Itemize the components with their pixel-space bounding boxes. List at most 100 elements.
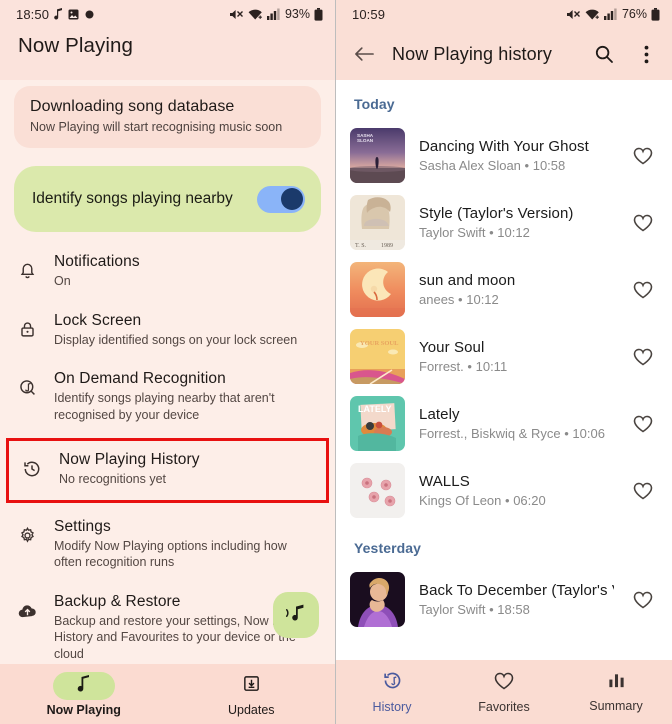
wifi-icon [248,8,263,21]
list-item[interactable]: T. S. 1989 Style (Taylor's Version) Tayl… [336,189,672,256]
list-item[interactable]: Back To December (Taylor's V.. Taylor Sw… [336,566,672,633]
item-desc: Modify Now Playing options including how… [54,538,287,570]
sidebar-item-settings[interactable]: Settings Modify Now Playing options incl… [0,507,335,582]
song-title: Your Soul [419,339,485,356]
svg-text:SLOAN: SLOAN [357,138,374,143]
tab-label: Now Playing [46,702,121,717]
updates-tab-pill [220,672,282,700]
list-item[interactable]: SASHA SLOAN Dancing With Your Ghost Sash… [336,122,672,189]
now-playing-tab-pill [52,671,115,700]
heart-icon [493,671,515,696]
tab-summary[interactable]: Summary [560,671,672,713]
page-title: Now Playing [18,34,134,57]
battery-percent: 76% [621,7,647,21]
list-item[interactable]: LATELY Lately Forrest., Biskwiq & Ryce •… [336,390,672,457]
mute-icon [229,8,244,21]
wifi-icon [585,8,600,21]
left-header-region: 18:50 93% Now Playing [0,0,335,80]
favorite-button[interactable] [628,481,658,501]
banner-subtitle: Now Playing will start recognising music… [30,120,283,134]
search-icon[interactable] [590,44,618,64]
dancing-with-your-ghost-art: SASHA SLOAN [350,128,405,183]
bottom-nav-left: Now Playing Updates [0,664,335,724]
tab-updates[interactable]: Updates [168,672,336,717]
identify-songs-card[interactable]: Identify songs playing nearby [14,166,321,232]
favorite-button[interactable] [628,146,658,166]
status-time: 10:59 [352,6,386,22]
cloud-upload-icon [14,593,40,622]
section-header-yesterday: Yesterday [354,540,422,556]
favorite-button[interactable] [628,590,658,610]
page-title: Now Playing history [392,43,552,64]
status-bar-right: 10:59 76% [336,0,672,28]
item-title: Lock Screen [54,311,142,329]
now-playing-music-icon [283,602,309,629]
list-item[interactable]: YOUR SOUL Your Soul Forrest. • 10:11 [336,323,672,390]
signal-icon [603,8,617,20]
tab-favorites[interactable]: Favorites [448,671,560,714]
sidebar-item-lock-screen[interactable]: Lock Screen Display identified songs on … [0,301,335,360]
downloading-banner: Downloading song database Now Playing wi… [14,86,321,148]
sidebar-item-on-demand-recognition[interactable]: On Demand Recognition Identify songs pla… [0,359,335,434]
tab-now-playing[interactable]: Now Playing [0,671,168,717]
dual-screenshot: 18:50 93% Now Playing Downloading song d… [0,0,672,724]
favorite-button[interactable] [628,414,658,434]
favorite-button[interactable] [628,347,658,367]
item-title: Settings [54,517,111,535]
bar-chart-icon [607,671,626,695]
more-vertical-icon[interactable] [632,45,660,64]
lately-art: LATELY [350,396,405,451]
lock-icon [14,312,40,339]
history-icon [382,670,403,696]
speak-now-art [350,572,405,627]
item-desc: On [54,274,71,288]
song-subtitle: Forrest., Biskwiq & Ryce • 10:06 [419,426,605,441]
battery-icon [651,7,660,21]
app-bar: Now Playing history [336,28,672,80]
left-phone-screen: 18:50 93% Now Playing Downloading song d… [0,0,336,724]
song-title: sun and moon [419,272,516,289]
1989-art: T. S. 1989 [350,195,405,250]
music-note-icon [54,8,63,20]
song-subtitle: anees • 10:12 [419,292,499,307]
history-scroll-area[interactable]: Today SASHA SLOAN Dancing With Your Ghos… [336,80,672,692]
status-time: 18:50 [16,6,50,22]
now-playing-fab[interactable] [273,592,319,638]
bell-icon [14,253,40,280]
song-subtitle: Taylor Swift • 10:12 [419,225,530,240]
item-desc: No recognitions yet [59,472,167,486]
song-title: Dancing With Your Ghost [419,138,589,155]
song-title: Lately [419,406,460,423]
music-search-icon [14,370,40,397]
sidebar-item-now-playing-history[interactable]: Now Playing History No recognitions yet [6,438,329,503]
favorite-button[interactable] [628,280,658,300]
svg-text:1989: 1989 [381,243,393,249]
your-soul-art: YOUR SOUL [350,329,405,384]
tab-label: Summary [589,699,643,713]
bottom-nav-right: History Favorites Summary [336,660,672,724]
sidebar-item-notifications[interactable]: Notifications On [0,242,335,301]
banner-title: Downloading song database [30,98,235,115]
tab-label: History [372,700,412,714]
mute-icon [566,8,581,21]
svg-text:LATELY: LATELY [358,404,392,414]
tab-history[interactable]: History [336,670,448,714]
list-item[interactable]: sun and moon anees • 10:12 [336,256,672,323]
music-note-icon [77,674,90,697]
item-title: Now Playing History [59,451,200,468]
item-title: Notifications [54,253,140,270]
signal-icon [266,8,280,20]
list-item[interactable]: WALLS Kings Of Leon • 06:20 [336,457,672,524]
song-subtitle: Sasha Alex Sloan • 10:58 [419,158,566,173]
section-header-today: Today [354,96,395,112]
favorite-button[interactable] [628,213,658,233]
dot-icon [84,9,95,20]
song-subtitle: Forrest. • 10:11 [419,359,508,374]
item-desc: Display identified songs on your lock sc… [54,332,298,347]
song-title: Style (Taylor's Version) [419,205,574,222]
arrow-left-icon[interactable] [350,45,378,63]
gear-icon [14,518,40,545]
download-box-icon [242,674,261,698]
identify-songs-toggle[interactable] [257,185,305,213]
settings-list: Notifications On Lock Screen Display ide… [0,242,335,724]
